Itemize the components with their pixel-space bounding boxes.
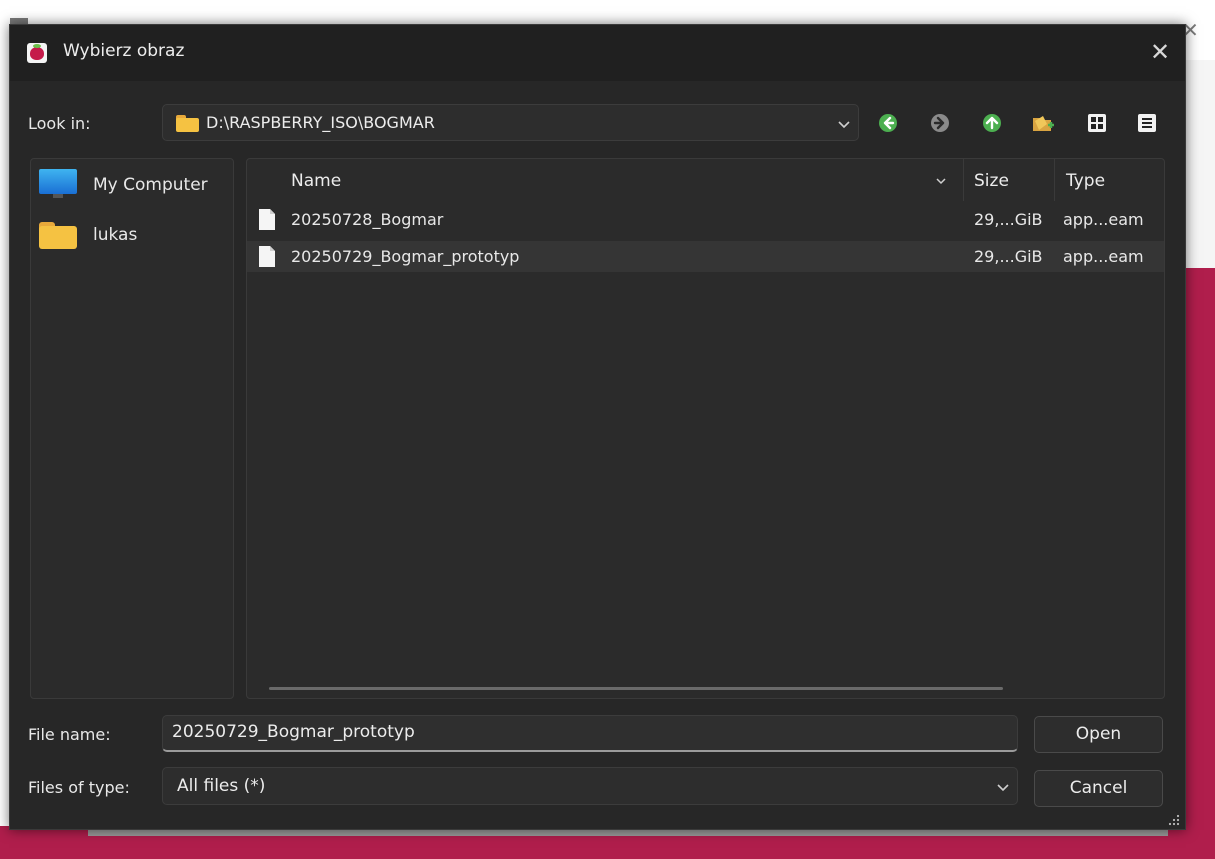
background-panel bbox=[1186, 60, 1215, 268]
cancel-button[interactable]: Cancel bbox=[1034, 770, 1163, 807]
up-folder-icon[interactable] bbox=[981, 112, 1003, 134]
table-row[interactable]: 20250729_Bogmar_prototyp 29,...GiB app..… bbox=[247, 241, 1164, 272]
file-name-label: File name: bbox=[28, 725, 111, 744]
files-of-type-combobox[interactable]: All files (*) bbox=[162, 767, 1018, 805]
folder-icon bbox=[176, 115, 199, 132]
resize-grip-icon[interactable] bbox=[1168, 811, 1180, 826]
chevron-down-icon[interactable] bbox=[996, 780, 1010, 794]
file-name: 20250728_Bogmar bbox=[291, 210, 444, 229]
raspberry-app-icon bbox=[27, 43, 47, 63]
horizontal-scrollbar[interactable] bbox=[269, 687, 1003, 690]
title-bar[interactable]: Wybierz obraz ✕ bbox=[10, 25, 1185, 81]
folder-icon bbox=[39, 222, 77, 249]
files-of-type-value: All files (*) bbox=[177, 776, 266, 796]
open-button[interactable]: Open bbox=[1034, 716, 1163, 753]
file-type: app...eam bbox=[1063, 210, 1144, 229]
computer-icon bbox=[39, 169, 77, 199]
column-header-type[interactable]: Type bbox=[1055, 159, 1164, 201]
back-icon[interactable] bbox=[877, 112, 899, 134]
close-button[interactable]: ✕ bbox=[1145, 37, 1175, 67]
table-row[interactable]: 20250728_Bogmar 29,...GiB app...eam bbox=[247, 204, 1164, 235]
sort-indicator-icon bbox=[935, 171, 947, 191]
file-name-input[interactable]: 20250729_Bogmar_prototyp bbox=[162, 715, 1018, 752]
detail-view-icon[interactable] bbox=[1136, 112, 1158, 134]
close-icon: ✕ bbox=[1149, 38, 1171, 66]
new-folder-icon[interactable] bbox=[1031, 112, 1054, 134]
look-in-combobox[interactable]: D:\RASPBERRY_ISO\BOGMAR bbox=[162, 104, 859, 141]
column-header-name[interactable]: Name bbox=[247, 159, 964, 201]
files-of-type-label: Files of type: bbox=[28, 778, 130, 797]
file-size: 29,...GiB bbox=[974, 210, 1043, 229]
dialog-title: Wybierz obraz bbox=[63, 41, 185, 61]
column-header-size[interactable]: Size bbox=[964, 159, 1055, 201]
file-size: 29,...GiB bbox=[974, 247, 1043, 266]
places-sidebar: My Computer lukas bbox=[30, 158, 234, 699]
file-dialog: Wybierz obraz ✕ Look in: D:\RASPBERRY_IS… bbox=[9, 24, 1186, 830]
sidebar-item-label: lukas bbox=[93, 225, 138, 245]
forward-icon[interactable] bbox=[929, 112, 951, 134]
column-header-label: Type bbox=[1066, 171, 1106, 191]
background-crimson-panel bbox=[1186, 268, 1215, 859]
look-in-label: Look in: bbox=[28, 114, 91, 133]
file-type: app...eam bbox=[1063, 247, 1144, 266]
list-view-icon[interactable] bbox=[1086, 112, 1108, 134]
file-icon bbox=[259, 246, 275, 267]
sidebar-item-my-computer[interactable]: My Computer bbox=[39, 167, 229, 207]
column-header-label: Name bbox=[291, 171, 342, 191]
sidebar-item-lukas[interactable]: lukas bbox=[39, 217, 229, 257]
look-in-path: D:\RASPBERRY_ISO\BOGMAR bbox=[206, 113, 435, 132]
column-header-label: Size bbox=[974, 171, 1009, 191]
file-name: 20250729_Bogmar_prototyp bbox=[291, 247, 520, 266]
sidebar-item-label: My Computer bbox=[93, 175, 208, 195]
file-icon bbox=[259, 209, 275, 230]
chevron-down-icon[interactable] bbox=[837, 117, 851, 131]
file-list: Name Size Type 20250728_Bogmar 29,...GiB… bbox=[246, 158, 1165, 699]
